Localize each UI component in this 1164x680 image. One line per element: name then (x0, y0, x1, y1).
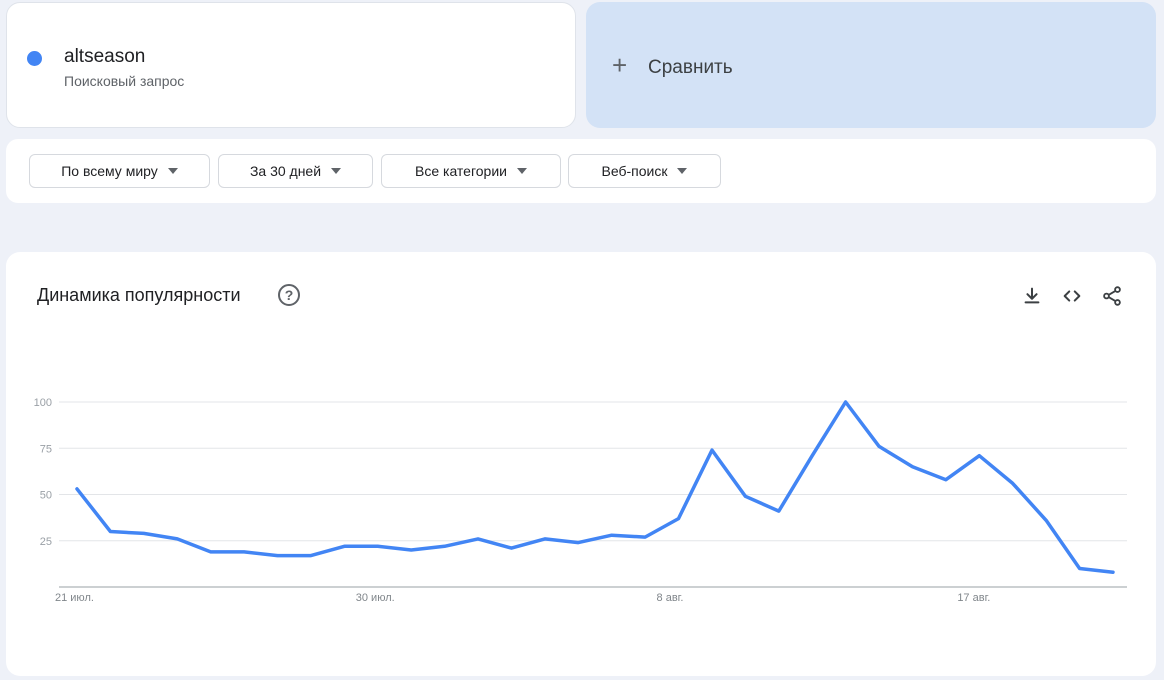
x-tick-label: 21 июл. (55, 592, 94, 604)
interest-line-chart: 25 50 75 100 21 июл. 30 июл. 8 авг. 17 авг. (34, 397, 1127, 604)
x-tick-label: 30 июл. (356, 592, 395, 604)
region-filter-label: По всему миру (61, 163, 158, 179)
series-color-dot (27, 51, 42, 66)
search-term-name[interactable]: altseason (64, 46, 145, 68)
caret-down-icon (677, 168, 688, 174)
y-tick-label: 100 (34, 397, 52, 409)
x-tick-label: 8 авг. (657, 592, 684, 604)
series-line (75, 400, 1115, 574)
compare-button[interactable]: + Сравнить (586, 2, 1156, 128)
category-filter-dropdown[interactable]: Все категории (381, 154, 561, 188)
time-range-filter-dropdown[interactable]: За 30 дней (218, 154, 373, 188)
search-term-subtitle: Поисковый запрос (64, 73, 185, 89)
compare-label: Сравнить (648, 57, 733, 78)
x-tick-label: 17 авг. (957, 592, 990, 604)
search-type-filter-label: Веб-поиск (601, 163, 668, 179)
filters-bar: По всему миру За 30 дней Все категории В… (6, 139, 1156, 203)
search-term-card[interactable]: altseason Поисковый запрос (6, 2, 576, 128)
y-tick-label: 75 (40, 443, 52, 455)
caret-down-icon (516, 168, 527, 174)
plus-icon: + (612, 50, 628, 80)
caret-down-icon (167, 168, 178, 174)
caret-down-icon (331, 168, 342, 174)
region-filter-dropdown[interactable]: По всему миру (29, 154, 210, 188)
y-tick-label: 50 (40, 490, 52, 502)
category-filter-label: Все категории (415, 163, 507, 179)
search-type-filter-dropdown[interactable]: Веб-поиск (568, 154, 721, 188)
interest-over-time-card: Динамика популярности ? 25 50 75 100 21 июл.… (6, 252, 1156, 676)
y-tick-label: 25 (40, 536, 52, 548)
time-range-filter-label: За 30 дней (249, 163, 322, 179)
